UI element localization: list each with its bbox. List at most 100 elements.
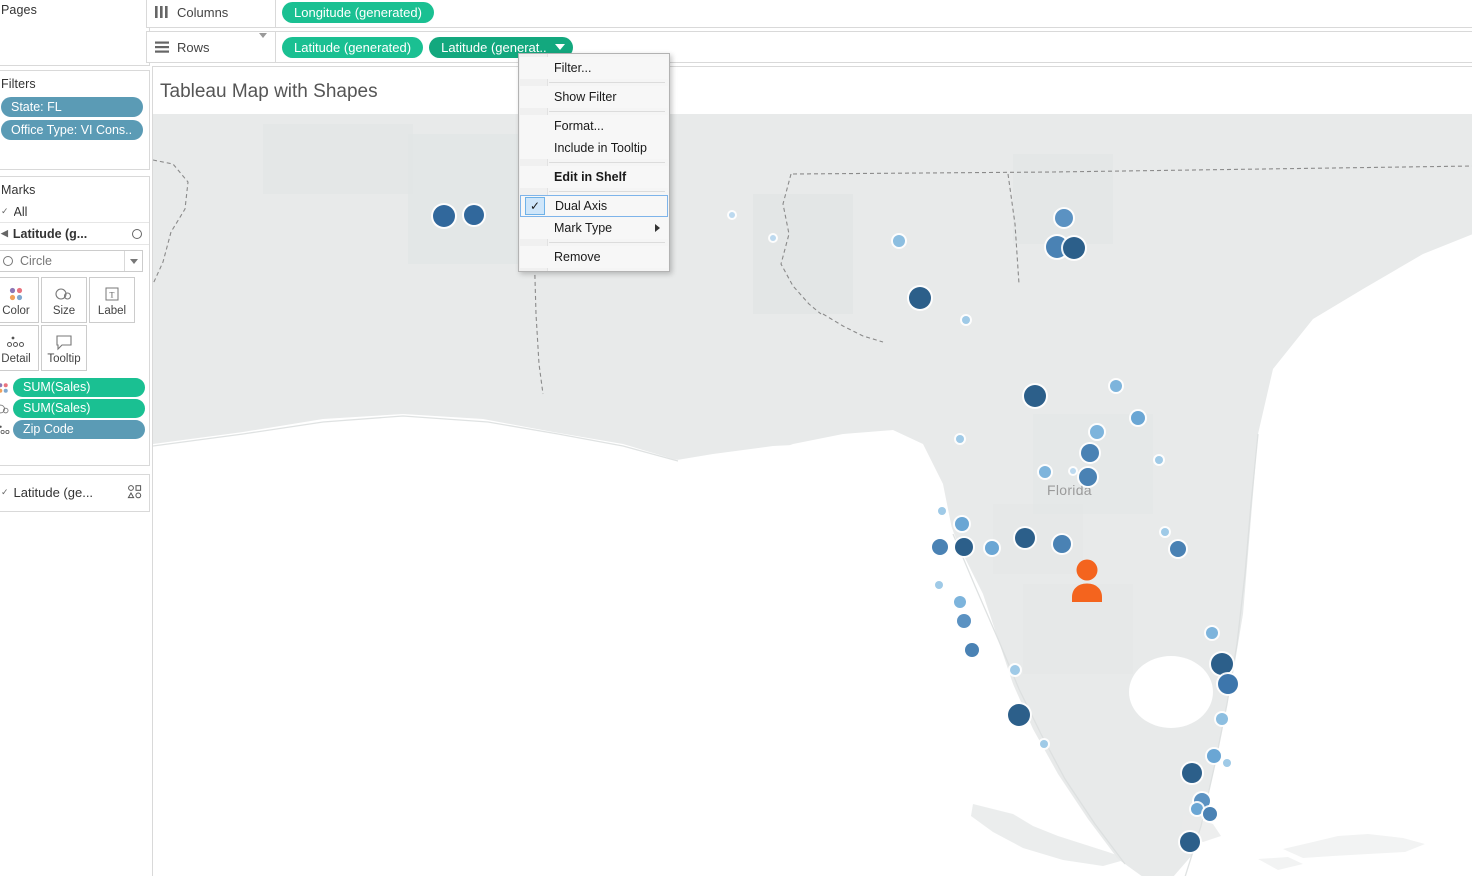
pages-card-title: Pages — [1, 3, 37, 17]
encoding-row-size[interactable]: SUM(Sales) — [0, 398, 149, 419]
rows-shelf-area[interactable]: Latitude (generated) Latitude (generat.. — [276, 31, 1472, 63]
map-canvas[interactable]: Florida — [153, 114, 1472, 876]
filters-card-title: Filters — [1, 77, 36, 91]
chevron-down-icon[interactable] — [124, 251, 142, 271]
chevron-down-icon[interactable] — [554, 44, 565, 50]
map-mark-circle[interactable] — [1206, 627, 1218, 639]
rows-shelf-caret-icon[interactable] — [259, 33, 267, 56]
map-mark-circle[interactable] — [962, 316, 970, 324]
rows-icon — [155, 41, 169, 53]
shelf-pill-latitude-1[interactable]: Latitude (generated) — [282, 36, 424, 58]
detail-button-label: Detail — [1, 353, 31, 365]
menu-item-edit-in-shelf[interactable]: Edit in Shelf — [520, 166, 668, 188]
map-mark-circle[interactable] — [729, 212, 735, 218]
menu-item-label: Include in Tooltip — [554, 141, 647, 155]
columns-shelf-area[interactable]: Longitude (generated) — [276, 0, 1472, 28]
map-mark-circle[interactable] — [1090, 425, 1104, 439]
map-mark-circle[interactable] — [1218, 674, 1238, 694]
columns-icon — [155, 6, 169, 18]
detail-button[interactable]: Detail — [0, 325, 39, 371]
tooltip-button[interactable]: Tooltip — [41, 325, 87, 371]
map-mark-circle[interactable] — [1191, 803, 1203, 815]
map-mark-circle[interactable] — [1070, 468, 1076, 474]
filter-pill-state[interactable]: State: FL — [1, 97, 143, 117]
map-mark-circle[interactable] — [1182, 763, 1202, 783]
map-mark-circle[interactable] — [1180, 832, 1200, 852]
map-mark-circle[interactable] — [1053, 535, 1071, 553]
map-mark-circle[interactable] — [464, 205, 484, 225]
map-mark-circle[interactable] — [1010, 665, 1020, 675]
svg-text:T: T — [110, 291, 115, 300]
encoding-pill-size[interactable]: SUM(Sales) — [13, 399, 145, 418]
map-mark-circle[interactable] — [1040, 740, 1048, 748]
menu-item-label: Dual Axis — [555, 199, 608, 213]
map-mark-circle[interactable] — [1161, 528, 1169, 536]
encoding-pill-detail[interactable]: Zip Code — [13, 420, 145, 439]
color-button-label: Color — [2, 305, 30, 317]
label-button[interactable]: T Label — [89, 277, 135, 323]
map-mark-circle[interactable] — [957, 614, 971, 628]
map-mark-circle[interactable] — [955, 517, 969, 531]
menu-item-label: Show Filter — [554, 90, 617, 104]
map-mark-circle[interactable] — [1008, 704, 1030, 726]
map-mark-circle[interactable] — [965, 643, 979, 657]
pill-context-menu[interactable]: Filter... Show Filter Format... Include in … — [518, 53, 670, 272]
map-mark-circle[interactable] — [1055, 209, 1073, 227]
mark-type-dropdown[interactable]: Circle — [0, 250, 143, 272]
map-mark-circle[interactable] — [935, 581, 943, 589]
menu-item-remove[interactable]: Remove — [520, 246, 668, 268]
map-mark-circle[interactable] — [955, 538, 973, 556]
map-mark-circle[interactable] — [1024, 385, 1046, 407]
map-mark-circle[interactable] — [932, 539, 948, 555]
map-mark-circle[interactable] — [956, 435, 964, 443]
encoding-pill-color[interactable]: SUM(Sales) — [13, 378, 145, 397]
color-dots-icon — [0, 379, 13, 397]
map-mark-circle[interactable] — [909, 287, 931, 309]
chevron-left-icon: ◀ — [1, 228, 8, 238]
menu-item-show-filter[interactable]: Show Filter — [520, 86, 668, 108]
filter-pill-office-type[interactable]: Office Type: VI Cons.. — [1, 120, 143, 140]
map-mark-circle[interactable] — [1015, 528, 1035, 548]
size-button[interactable]: Size — [41, 277, 87, 323]
map-mark-circle[interactable] — [1207, 749, 1221, 763]
menu-item-filter[interactable]: Filter... — [520, 57, 668, 79]
marks-subcard-latitude[interactable]: ◀ Latitude (g... — [0, 223, 149, 245]
color-button[interactable]: Color — [0, 277, 39, 323]
person-highlight-mark[interactable] — [1067, 558, 1107, 604]
map-mark-circle[interactable] — [1223, 759, 1231, 767]
encoding-row-detail[interactable]: Zip Code — [0, 419, 149, 440]
menu-item-dual-axis[interactable]: ✓ Dual Axis — [520, 195, 668, 217]
map-mark-circle[interactable] — [985, 541, 999, 555]
map-mark-circle[interactable] — [1110, 380, 1122, 392]
menu-item-include-in-tooltip[interactable]: Include in Tooltip — [520, 137, 668, 159]
map-mark-circle[interactable] — [1211, 653, 1233, 675]
menu-item-label: Format... — [554, 119, 605, 133]
menu-item-label: Filter... — [554, 61, 592, 75]
map-mark-circle[interactable] — [1063, 237, 1085, 259]
columns-shelf-label: Columns — [146, 0, 276, 28]
map-mark-circle[interactable] — [1155, 456, 1163, 464]
size-button-label: Size — [52, 305, 76, 317]
menu-item-mark-type[interactable]: Mark Type — [520, 217, 668, 239]
marks-all-row[interactable]: ✓ All — [0, 201, 149, 223]
size-circles-icon — [54, 283, 74, 305]
map-mark-circle[interactable] — [893, 235, 905, 247]
encoding-row-color[interactable]: SUM(Sales) — [0, 377, 149, 398]
map-mark-circle[interactable] — [433, 205, 455, 227]
map-mark-circle[interactable] — [1203, 807, 1217, 821]
menu-item-format[interactable]: Format... — [520, 115, 668, 137]
map-mark-circle[interactable] — [1079, 468, 1097, 486]
map-mark-circle[interactable] — [954, 596, 966, 608]
map-mark-circle[interactable] — [1131, 411, 1145, 425]
map-mark-circle[interactable] — [938, 507, 946, 515]
filters-pill-list: State: FL Office Type: VI Cons.. — [0, 97, 149, 140]
map-mark-circle[interactable] — [1216, 713, 1228, 725]
map-mark-circle[interactable] — [1039, 466, 1051, 478]
shelf-pill-longitude[interactable]: Longitude (generated) — [282, 1, 434, 23]
map-mark-circle[interactable] — [770, 235, 776, 241]
map-mark-circle[interactable] — [1170, 541, 1186, 557]
marks-subcard-latitude-2[interactable]: ✓ Latitude (ge... — [0, 475, 149, 509]
label-text-icon: T — [103, 283, 121, 305]
map-mark-circle[interactable] — [1081, 444, 1099, 462]
menu-item-label: Remove — [554, 250, 601, 264]
